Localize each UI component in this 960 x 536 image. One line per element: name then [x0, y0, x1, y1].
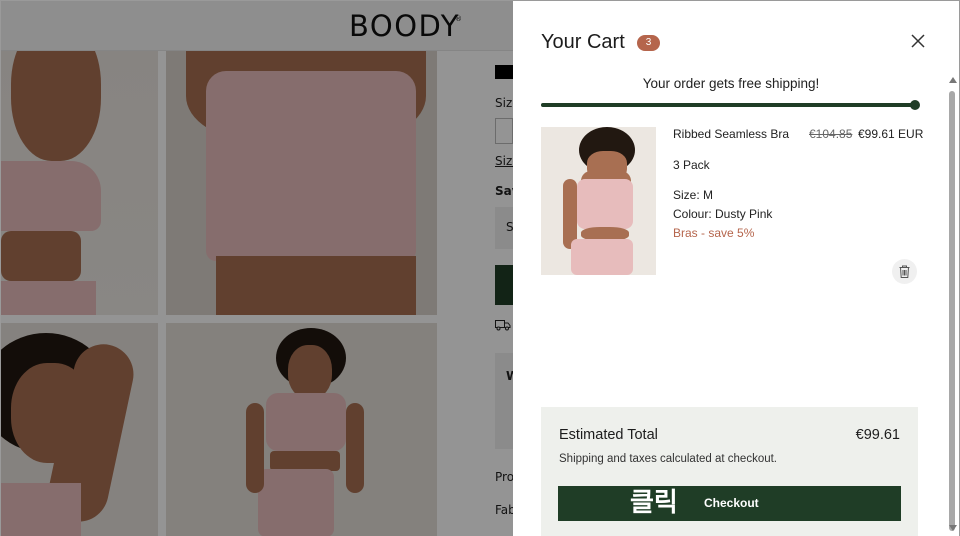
cart-item-price: €99.61 EUR — [858, 127, 924, 141]
cart-item-promo: Bras - save 5% — [673, 226, 755, 240]
free-shipping-message: Your order gets free shipping! — [642, 76, 820, 91]
cart-scrollbar[interactable] — [947, 77, 957, 536]
close-cart-button[interactable] — [911, 34, 927, 50]
checkout-button[interactable]: 클릭 Checkout — [558, 486, 901, 521]
estimated-total-label: Estimated Total — [559, 427, 658, 443]
cart-item-pack: 3 Pack — [673, 158, 710, 172]
shipping-progress-bar — [541, 100, 920, 110]
click-annotation: 클릭 — [630, 488, 678, 518]
cart-item-size: Size: M — [673, 188, 714, 202]
scroll-up-arrow[interactable] — [949, 77, 957, 83]
cart-item-image[interactable] — [541, 127, 656, 275]
scroll-down-arrow[interactable] — [949, 525, 957, 531]
shipping-progress-fill — [541, 103, 915, 107]
cart-title: Your Cart — [541, 31, 625, 53]
cart-item-old-price: €104.85 — [809, 127, 853, 141]
remove-item-button[interactable] — [892, 259, 917, 284]
trash-icon — [899, 265, 910, 278]
close-icon — [911, 34, 925, 48]
shipping-progress-end — [910, 100, 920, 110]
modal-overlay[interactable] — [1, 1, 513, 536]
cart-item-name[interactable]: Ribbed Seamless Bra — [673, 127, 789, 141]
scroll-thumb[interactable] — [949, 91, 955, 531]
cart-summary: Estimated Total €99.61 Shipping and taxe… — [541, 407, 918, 536]
cart-drawer: Your Cart 3 Your order gets free shippin… — [513, 1, 959, 536]
cart-item-colour: Colour: Dusty Pink — [673, 207, 773, 221]
shipping-taxes-note: Shipping and taxes calculated at checkou… — [559, 453, 778, 465]
estimated-total-value: €99.61 — [855, 427, 900, 443]
checkout-label: Checkout — [704, 496, 759, 510]
cart-count-badge: 3 — [637, 35, 660, 51]
